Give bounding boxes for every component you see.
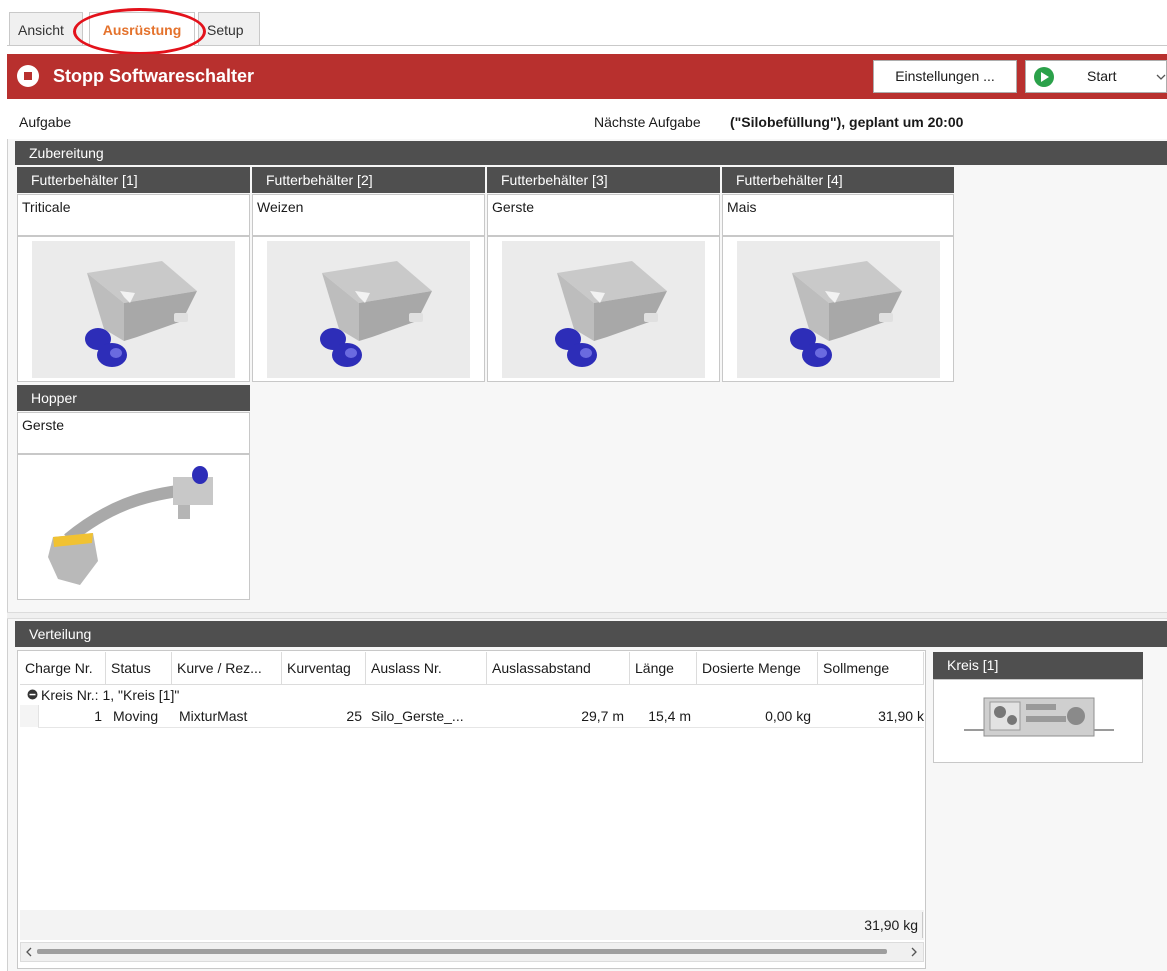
- horizontal-scrollbar[interactable]: [20, 942, 924, 962]
- tab-ansicht[interactable]: Ansicht: [9, 12, 83, 45]
- feed-bin-icon: [555, 261, 667, 367]
- grid-footer-bar: [20, 910, 924, 940]
- cell-curve: MixturMast: [179, 708, 248, 724]
- bin-2-image[interactable]: [252, 236, 485, 382]
- row-divider: [38, 727, 924, 728]
- scroll-right-icon[interactable]: [910, 947, 918, 957]
- status-title: Stopp Softwareschalter: [53, 66, 255, 86]
- column-header-charge[interactable]: Charge Nr.: [20, 652, 106, 684]
- column-header-status[interactable]: Status: [106, 652, 172, 684]
- feed-bin-icon: [790, 261, 902, 367]
- bin-4-image[interactable]: [722, 236, 954, 382]
- settings-button-label: Einstellungen ...: [895, 68, 995, 84]
- minus-circle-icon[interactable]: [27, 689, 38, 700]
- column-header-curve[interactable]: Kurve / Rez...: [172, 652, 282, 684]
- cell-target-amount: 31,90 k: [878, 708, 924, 724]
- hopper-conveyor-icon: [48, 466, 213, 585]
- circuit-panel-header: Kreis [1]: [933, 652, 1143, 679]
- bin-2-content: Weizen: [252, 194, 485, 236]
- hopper-header: Hopper: [17, 385, 250, 411]
- start-button-label: Start: [1087, 68, 1117, 84]
- bin-3-header: Futterbehälter [3]: [487, 167, 720, 193]
- settings-button[interactable]: Einstellungen ...: [873, 60, 1017, 93]
- cell-dosed-amount: 0,00 kg: [765, 708, 811, 724]
- column-header-outlet[interactable]: Auslass Nr.: [366, 652, 487, 684]
- bin-4-content: Mais: [722, 194, 954, 236]
- bin-1-content: Triticale: [17, 194, 250, 236]
- column-header-curve-day[interactable]: Kurventag: [282, 652, 366, 684]
- hopper-image[interactable]: [17, 454, 250, 600]
- column-header-length[interactable]: Länge: [630, 652, 697, 684]
- row-indicator: [20, 705, 39, 727]
- column-header-target-amount[interactable]: Sollmenge: [818, 652, 924, 684]
- column-header-dosed-amount[interactable]: Dosierte Menge: [697, 652, 818, 684]
- cell-outlet: Silo_Gerste_...: [371, 708, 464, 724]
- next-task-label: Nächste Aufgabe: [594, 114, 701, 130]
- cell-status: Moving: [113, 708, 159, 724]
- total-amount: 31,90 kg: [818, 912, 923, 938]
- bin-3-content: Gerste: [487, 194, 720, 236]
- tab-setup[interactable]: Setup: [198, 12, 260, 45]
- feed-mixer-machine-icon: [964, 697, 1114, 737]
- bin-1-image[interactable]: [17, 236, 250, 382]
- cell-charge: 1: [94, 708, 102, 724]
- splitter-handle[interactable]: [7, 612, 1167, 619]
- bin-2-header: Futterbehälter [2]: [252, 167, 485, 193]
- column-header-outlet-distance[interactable]: Auslassabstand: [487, 652, 630, 684]
- cell-length: 15,4 m: [648, 708, 691, 724]
- bin-3-image[interactable]: [487, 236, 720, 382]
- cell-outlet-distance: 29,7 m: [581, 708, 624, 724]
- start-dropdown-button[interactable]: Start: [1025, 60, 1167, 93]
- cell-curve-day: 25: [346, 708, 362, 724]
- stop-circle-icon: [17, 65, 39, 87]
- bin-4-header: Futterbehälter [4]: [722, 167, 954, 193]
- status-header-bar: Stopp Softwareschalter Einstellungen ...…: [7, 54, 1167, 99]
- scroll-left-icon[interactable]: [25, 947, 33, 957]
- scrollbar-thumb[interactable]: [37, 949, 887, 954]
- chevron-down-icon: [1156, 74, 1166, 80]
- feed-bin-icon: [320, 261, 432, 367]
- bin-1-header: Futterbehälter [1]: [17, 167, 250, 193]
- play-circle-icon: [1034, 67, 1054, 87]
- distribution-header: Verteilung: [15, 621, 1167, 647]
- feed-bin-icon: [85, 261, 197, 367]
- task-label: Aufgabe: [19, 114, 72, 130]
- annotation-highlight-circle: [73, 8, 206, 55]
- hopper-content: Gerste: [17, 412, 250, 454]
- group-row-label[interactable]: Kreis Nr.: 1, "Kreis [1]": [41, 685, 179, 705]
- preparation-header: Zubereitung: [15, 141, 1167, 165]
- next-task-value: ("Silobefüllung"), geplant um 20:00: [730, 114, 964, 130]
- circuit-panel-image[interactable]: [933, 679, 1143, 763]
